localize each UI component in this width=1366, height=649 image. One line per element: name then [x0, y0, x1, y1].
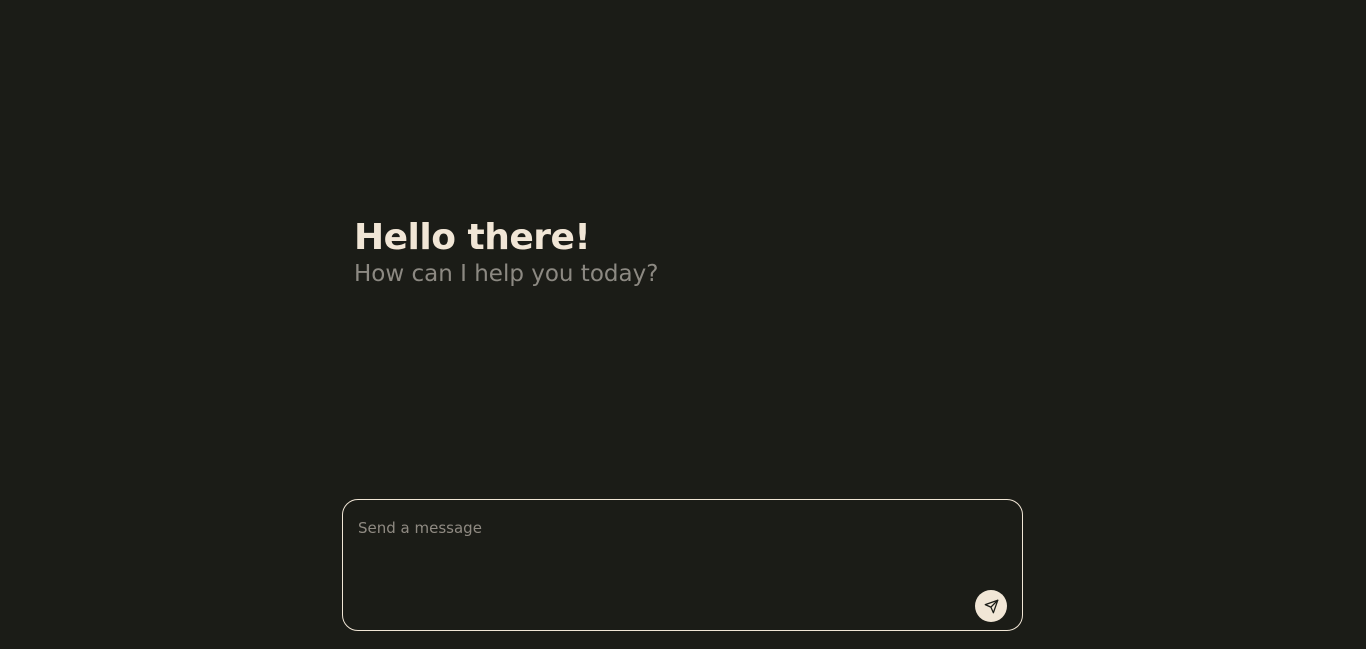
greeting-subtitle: How can I help you today?: [354, 261, 659, 287]
greeting: Hello there! How can I help you today?: [354, 216, 658, 288]
send-icon: [984, 599, 998, 613]
chat-page: Hello there! How can I help you today?: [0, 0, 1366, 649]
send-button[interactable]: [975, 590, 1007, 622]
message-composer: [342, 499, 1023, 631]
greeting-title: Hello there!: [354, 217, 591, 258]
message-input[interactable]: [358, 516, 978, 606]
